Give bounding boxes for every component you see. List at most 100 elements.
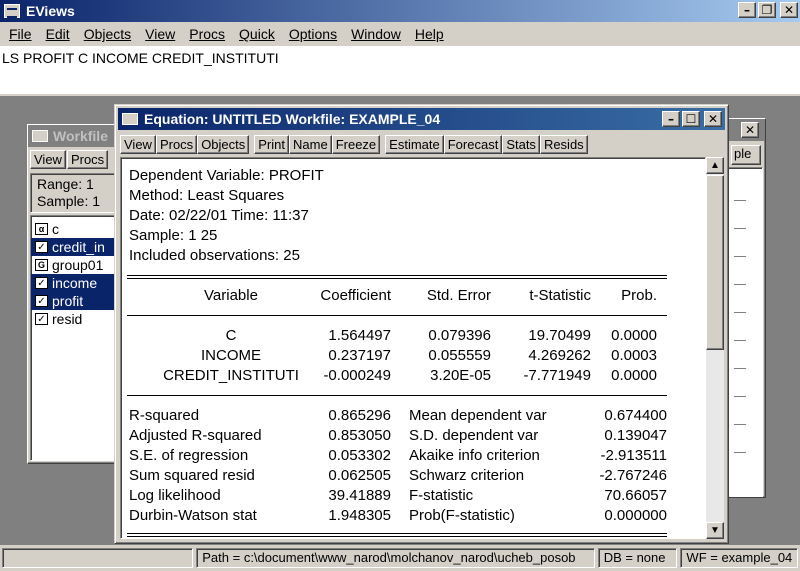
grid-line bbox=[734, 368, 746, 369]
divider bbox=[127, 278, 667, 279]
series-icon bbox=[35, 241, 48, 253]
column-header-coefficient: Coefficient bbox=[320, 287, 391, 304]
estimation-method: Method: Least Squares bbox=[129, 187, 285, 204]
workfile-view-button[interactable]: View bbox=[30, 149, 66, 169]
equation-minimize-button[interactable]: – bbox=[662, 111, 680, 127]
stat-value: 0.853050 bbox=[328, 427, 391, 444]
grid-line bbox=[734, 340, 746, 341]
menu-objects[interactable]: Objects bbox=[77, 26, 138, 42]
equation-titlebar[interactable]: Equation: UNTITLED Workfile: EXAMPLE_04 … bbox=[118, 108, 725, 130]
scrollbar-thumb[interactable] bbox=[706, 175, 724, 350]
menu-procs[interactable]: Procs bbox=[182, 26, 232, 42]
vertical-scrollbar[interactable]: ▲ ▼ bbox=[706, 157, 724, 539]
stat-label: Sum squared resid bbox=[129, 467, 255, 484]
stat-label: S.E. of regression bbox=[129, 447, 249, 464]
equation-window-controls: – ☐ ✕ bbox=[662, 111, 722, 127]
stat-value: -2.913511 bbox=[600, 447, 667, 464]
menu-window[interactable]: Window bbox=[344, 26, 408, 42]
divider bbox=[127, 533, 667, 534]
workfile-procs-button[interactable]: Procs bbox=[66, 149, 109, 169]
stat-label: Akaike info criterion bbox=[409, 447, 540, 464]
minimize-button[interactable]: – bbox=[738, 2, 756, 18]
prob-value: 0.0003 bbox=[611, 347, 657, 364]
observations-count: Included observations: 25 bbox=[129, 247, 300, 264]
stat-value: 70.66057 bbox=[604, 487, 667, 504]
procs-button[interactable]: Procs bbox=[155, 134, 198, 154]
stats-button[interactable]: Stats bbox=[502, 134, 540, 154]
stat-value: 0.062505 bbox=[328, 467, 391, 484]
prob-value: 0.0000 bbox=[611, 367, 657, 384]
prob-value: 0.0000 bbox=[611, 327, 657, 344]
menu-quick[interactable]: Quick bbox=[232, 26, 282, 42]
scroll-up-icon[interactable]: ▲ bbox=[706, 157, 724, 174]
t-statistic-value: -7.771949 bbox=[523, 367, 591, 384]
column-header-prob: Prob. bbox=[621, 287, 657, 304]
stat-value: 39.41889 bbox=[328, 487, 391, 504]
menu-bar: File Edit Objects View Procs Quick Optio… bbox=[0, 22, 800, 46]
stat-label: Mean dependent var bbox=[409, 407, 547, 424]
stat-value: 0.139047 bbox=[604, 427, 667, 444]
status-bar: Path = c:\document\www_narod\molchanov_n… bbox=[0, 545, 800, 571]
equation-maximize-button[interactable]: ☐ bbox=[682, 111, 700, 127]
menu-help[interactable]: Help bbox=[408, 26, 451, 42]
close-button[interactable]: ✕ bbox=[780, 2, 798, 18]
grid-line bbox=[734, 396, 746, 397]
column-header-variable: Variable bbox=[204, 287, 258, 304]
freeze-button[interactable]: Freeze bbox=[331, 134, 381, 154]
equation-title: Equation: UNTITLED Workfile: EXAMPLE_04 bbox=[144, 111, 441, 127]
scroll-down-icon[interactable]: ▼ bbox=[706, 522, 724, 539]
resids-button[interactable]: Resids bbox=[539, 134, 588, 154]
restore-button[interactable]: ❐ bbox=[758, 2, 776, 18]
stat-label: Adjusted R-squared bbox=[129, 427, 262, 444]
menu-view[interactable]: View bbox=[138, 26, 182, 42]
status-message-field bbox=[2, 548, 194, 568]
equation-output: Dependent Variable: PROFIT Method: Least… bbox=[120, 157, 706, 539]
divider bbox=[127, 395, 667, 396]
divider bbox=[127, 315, 667, 316]
stat-value: 0.865296 bbox=[328, 407, 391, 424]
stat-value: -2.767246 bbox=[599, 467, 667, 484]
stat-label: R-squared bbox=[129, 407, 200, 424]
divider bbox=[127, 275, 667, 276]
sample-range: Sample: 1 25 bbox=[129, 227, 218, 244]
stat-label: Schwarz criterion bbox=[409, 467, 525, 484]
equation-close-button[interactable]: ✕ bbox=[704, 111, 722, 127]
column-header-t-statistic: t-Statistic bbox=[529, 287, 591, 304]
eviews-app-icon[interactable] bbox=[4, 4, 20, 18]
command-window[interactable]: LS PROFIT C INCOME CREDIT_INSTITUTI bbox=[0, 46, 800, 96]
equation-window[interactable]: Equation: UNTITLED Workfile: EXAMPLE_04 … bbox=[114, 104, 729, 544]
estimate-button[interactable]: Estimate bbox=[385, 134, 444, 154]
t-statistic-value: 4.269262 bbox=[528, 347, 591, 364]
workfile-icon bbox=[32, 130, 48, 142]
t-statistic-value: 19.70499 bbox=[528, 327, 591, 344]
view-button[interactable]: View bbox=[120, 134, 156, 154]
menu-file[interactable]: File bbox=[2, 26, 39, 42]
app-window-controls: – ❐ ✕ bbox=[738, 2, 798, 18]
equation-icon bbox=[122, 113, 138, 125]
equation-toolbar: View Procs Objects Print Name Freeze Est… bbox=[118, 133, 725, 155]
stat-value: 0.053302 bbox=[328, 447, 391, 464]
menu-edit[interactable]: Edit bbox=[39, 26, 77, 42]
stat-label: Log likelihood bbox=[129, 487, 221, 504]
grid-line bbox=[734, 312, 746, 313]
grid-line bbox=[734, 228, 746, 229]
divider bbox=[127, 536, 667, 537]
std-error-value: 3.20E-05 bbox=[430, 367, 491, 384]
stat-label: F-statistic bbox=[409, 487, 474, 504]
forecast-button[interactable]: Forecast bbox=[443, 134, 503, 154]
status-wf: WF = example_04 bbox=[680, 548, 798, 568]
name-button[interactable]: Name bbox=[289, 134, 332, 154]
series-icon bbox=[35, 277, 48, 289]
print-button[interactable]: Print bbox=[254, 134, 289, 154]
stat-label: Prob(F-statistic) bbox=[409, 507, 515, 524]
stat-value: 1.948305 bbox=[328, 507, 391, 524]
objects-button[interactable]: Objects bbox=[197, 134, 250, 154]
coefficient-value: -0.000249 bbox=[323, 367, 391, 384]
coefficient-value: 0.237197 bbox=[328, 347, 391, 364]
column-header-std-error: Std. Error bbox=[426, 287, 491, 304]
background-window-toolbar-button[interactable]: ple bbox=[731, 145, 761, 165]
stat-value: 0.000000 bbox=[604, 507, 667, 524]
std-error-value: 0.055559 bbox=[428, 347, 491, 364]
background-window-close-button[interactable]: ✕ bbox=[741, 122, 759, 138]
menu-options[interactable]: Options bbox=[282, 26, 344, 42]
